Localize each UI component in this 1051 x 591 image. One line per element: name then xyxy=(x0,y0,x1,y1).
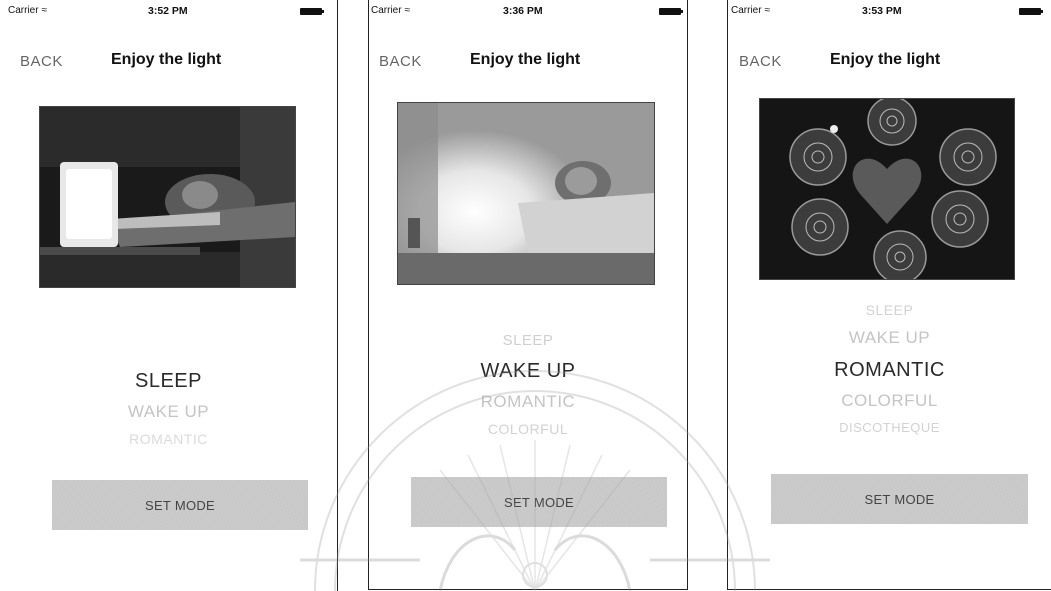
phone-screen-sleep: Carrier ≈ 3:52 PM BACK Enjoy the light SL… xyxy=(0,0,338,591)
phone-screen-romantic: Carrier ≈ 3:53 PM BACK Enjoy the light S… xyxy=(727,0,1051,590)
wifi-icon: ≈ xyxy=(764,5,771,16)
set-mode-button[interactable]: SET MODE xyxy=(411,477,667,527)
carrier-label: Carrier xyxy=(371,5,402,16)
back-button[interactable]: BACK xyxy=(379,53,422,70)
wifi-icon: ≈ xyxy=(404,5,411,16)
back-button[interactable]: BACK xyxy=(20,53,63,70)
page-title: Enjoy the light xyxy=(111,51,222,68)
battery-icon xyxy=(1019,8,1043,15)
picker-option[interactable]: COLORFUL xyxy=(728,391,1051,411)
mode-picker[interactable]: SLEEP WAKE UP ROMANTIC COLORFUL xyxy=(369,320,687,450)
picker-option[interactable]: SLEEP xyxy=(728,302,1051,318)
status-time: 3:52 PM xyxy=(148,5,188,17)
picker-option[interactable]: WAKE UP xyxy=(728,328,1051,348)
mode-picker[interactable]: SLEEP WAKE UP ROMANTIC xyxy=(0,340,337,460)
battery-icon xyxy=(659,8,683,15)
status-time: 3:53 PM xyxy=(862,5,902,17)
picker-option[interactable]: WAKE UP xyxy=(0,402,337,422)
status-bar: Carrier ≈ 3:52 PM xyxy=(0,5,337,21)
picker-option[interactable]: ROMANTIC xyxy=(369,392,687,412)
picker-option-selected[interactable]: ROMANTIC xyxy=(728,359,1051,382)
picker-option[interactable]: ROMANTIC xyxy=(0,431,337,447)
page-title: Enjoy the light xyxy=(830,51,941,68)
mode-photo-romantic xyxy=(759,98,1015,280)
page-title: Enjoy the light xyxy=(470,51,581,68)
mode-picker[interactable]: SLEEP WAKE UP ROMANTIC COLORFUL DISCOTHE… xyxy=(728,295,1051,445)
mode-photo-wakeup xyxy=(397,102,655,285)
phone-screen-wakeup: Carrier ≈ 3:36 PM BACK Enjoy the light S… xyxy=(368,0,688,590)
picker-option[interactable]: COLORFUL xyxy=(369,421,687,437)
back-button[interactable]: BACK xyxy=(739,53,782,70)
picker-option-selected[interactable]: SLEEP xyxy=(0,370,337,393)
status-bar: Carrier ≈ 3:53 PM xyxy=(728,5,1051,21)
carrier-label: Carrier xyxy=(731,5,762,16)
carrier-label: Carrier xyxy=(8,5,39,16)
status-time: 3:36 PM xyxy=(503,5,543,17)
wifi-icon: ≈ xyxy=(41,5,48,16)
picker-option[interactable]: SLEEP xyxy=(369,332,687,349)
set-mode-button[interactable]: SET MODE xyxy=(52,480,308,530)
status-bar: Carrier ≈ 3:36 PM xyxy=(369,5,687,21)
picker-option[interactable]: DISCOTHEQUE xyxy=(728,420,1051,435)
set-mode-button[interactable]: SET MODE xyxy=(771,474,1028,524)
picker-option-selected[interactable]: WAKE UP xyxy=(369,360,687,383)
battery-icon xyxy=(300,8,324,15)
mode-photo-sleep xyxy=(39,106,296,288)
